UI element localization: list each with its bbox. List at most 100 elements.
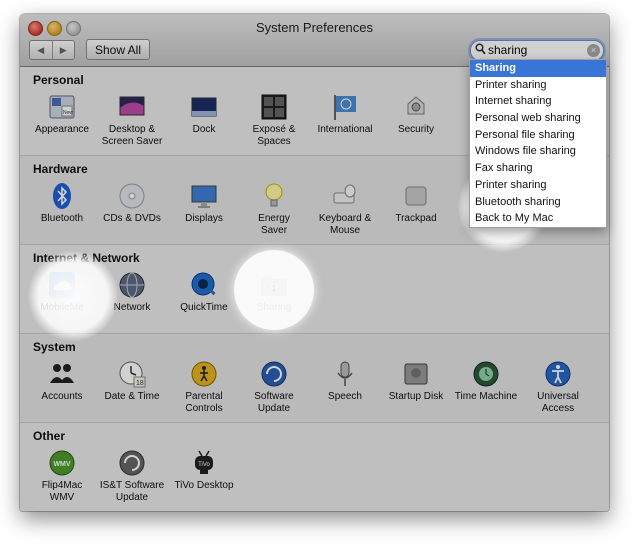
pref-pane-label: Keyboard & Mouse <box>318 213 372 236</box>
pref-pane-clock[interactable]: 18 Date & Time <box>96 356 168 418</box>
keyboard-icon <box>330 181 360 211</box>
search-suggestion-item[interactable]: Personal web sharing <box>470 110 606 127</box>
pref-pane-bluetooth[interactable]: Bluetooth <box>26 178 98 240</box>
bluetooth-icon <box>47 181 77 211</box>
pref-pane-label: Software Update <box>254 391 294 414</box>
tivo-icon: TiVo <box>189 448 219 478</box>
pref-pane-label: Dock <box>192 124 216 135</box>
forward-button[interactable]: ▶ <box>51 41 75 59</box>
pref-pane-bulb[interactable]: Energy Saver <box>238 178 310 240</box>
section-title: Internet & Network <box>33 251 140 265</box>
cd-icon <box>117 181 147 211</box>
pref-pane-label: Flip4Mac WMV <box>41 480 83 503</box>
svg-text:18: 18 <box>136 380 144 387</box>
pref-pane-label: Parental Controls <box>185 391 223 414</box>
pref-pane-label: Network <box>113 302 151 313</box>
svg-text:WMV: WMV <box>53 461 70 468</box>
search-suggestion-item[interactable]: Printer sharing <box>470 77 606 94</box>
pref-pane-appearance[interactable]: New Appearance <box>26 89 98 151</box>
pref-pane-label: Universal Access <box>537 391 579 414</box>
display-icon <box>189 181 219 211</box>
pref-pane-quicktime[interactable]: QuickTime <box>168 267 240 329</box>
pref-pane-desktop[interactable]: Desktop & Screen Saver <box>96 89 168 151</box>
pref-pane-tivo[interactable]: TiVo TiVo Desktop <box>168 445 240 507</box>
pref-pane-network[interactable]: Network <box>96 267 168 329</box>
pref-pane-label: International <box>317 124 373 135</box>
accounts-icon <box>47 359 77 389</box>
section-internet-network: Internet & Network MobileMe Network QuickTi… <box>20 245 609 334</box>
pref-pane-label: Displays <box>185 213 223 224</box>
search-suggestions-menu: Sharing Printer sharing Internet sharing Pe… <box>469 59 607 228</box>
pref-pane-cloud[interactable]: MobileMe <box>26 267 98 329</box>
pref-pane-accounts[interactable]: Accounts <box>26 356 98 418</box>
search-suggestion-item[interactable]: Fax sharing <box>470 160 606 177</box>
search-suggestion-item[interactable]: Printer sharing <box>470 177 606 194</box>
pref-pane-timemachine[interactable]: Time Machine <box>450 356 522 418</box>
pref-pane-label: TiVo Desktop <box>174 480 234 491</box>
quicktime-icon <box>189 270 219 300</box>
bulb-icon <box>259 181 289 211</box>
sharing-spotlight <box>234 250 314 330</box>
back-button[interactable]: ◀ <box>30 41 52 59</box>
pref-pane-display[interactable]: Displays <box>168 178 240 240</box>
accessibility-icon <box>543 359 573 389</box>
pref-pane-update[interactable]: Software Update <box>238 356 310 418</box>
ist-update-icon <box>117 448 147 478</box>
cloud-icon <box>47 270 77 300</box>
pref-pane-label: Accounts <box>41 391 83 402</box>
wmv-icon: WMV <box>47 448 77 478</box>
pref-pane-label: Desktop & Screen Saver <box>101 124 163 147</box>
pref-pane-label: Security <box>397 124 435 135</box>
section-title: Personal <box>33 73 84 87</box>
pref-pane-flag[interactable]: International <box>309 89 381 151</box>
search-field[interactable]: sharing × <box>470 40 604 61</box>
svg-text:TiVo: TiVo <box>198 462 210 468</box>
search-icon <box>475 43 486 55</box>
section-other: Other WMV Flip4Mac WMV IS&T Software Update… <box>20 423 609 511</box>
search-suggestion-item[interactable]: Back to My Mac <box>470 210 606 227</box>
pref-pane-label: Exposé & Spaces <box>252 124 296 147</box>
window-title: System Preferences <box>255 20 374 35</box>
pref-pane-label: IS&T Software Update <box>99 480 165 503</box>
svg-text:New: New <box>63 110 73 116</box>
back-forward-control: ◀ ▶ <box>29 40 75 60</box>
pref-pane-security[interactable]: Security <box>380 89 452 151</box>
show-all-button[interactable]: Show All <box>86 39 150 60</box>
desktop-icon <box>117 92 147 122</box>
pref-pane-expose[interactable]: Exposé & Spaces <box>238 89 310 151</box>
expose-icon <box>259 92 289 122</box>
pref-pane-parental[interactable]: Parental Controls <box>168 356 240 418</box>
pref-pane-label: Trackpad <box>395 213 437 224</box>
search-suggestion-item[interactable]: Windows file sharing <box>470 143 606 160</box>
search-suggestion-item[interactable]: Personal file sharing <box>470 127 606 144</box>
pref-pane-keyboard[interactable]: Keyboard & Mouse <box>309 178 381 240</box>
pref-pane-dock[interactable]: Dock <box>168 89 240 151</box>
search-suggestion-item[interactable]: Internet sharing <box>470 93 606 110</box>
pref-pane-trackpad[interactable]: Trackpad <box>380 178 452 240</box>
pref-pane-disk[interactable]: Startup Disk <box>380 356 452 418</box>
appearance-icon: New <box>47 92 77 122</box>
timemachine-icon <box>471 359 501 389</box>
search-input-text[interactable]: sharing <box>488 43 527 57</box>
pref-pane-label: Startup Disk <box>388 391 444 402</box>
pref-pane-ist-update[interactable]: IS&T Software Update <box>96 445 168 507</box>
section-title: Other <box>33 429 66 443</box>
search-suggestion-item[interactable]: Sharing <box>470 60 606 77</box>
pref-pane-label: Speech <box>328 391 362 402</box>
pref-pane-cd[interactable]: CDs & DVDs <box>96 178 168 240</box>
disk-icon <box>401 359 431 389</box>
section-title: Hardware <box>33 162 88 176</box>
pref-pane-accessibility[interactable]: Universal Access <box>522 356 594 418</box>
pref-pane-label: Bluetooth <box>40 213 84 224</box>
clear-search-icon[interactable]: × <box>587 44 600 57</box>
search-suggestion-item[interactable]: Bluetooth sharing <box>470 194 606 211</box>
parental-icon <box>189 359 219 389</box>
update-icon <box>259 359 289 389</box>
pref-pane-label: Date & Time <box>104 391 160 402</box>
pref-pane-label: Time Machine <box>454 391 518 402</box>
pref-pane-label: Energy Saver <box>258 213 290 236</box>
pref-pane-mic[interactable]: Speech <box>309 356 381 418</box>
clock-icon: 18 <box>117 359 147 389</box>
network-icon <box>117 270 147 300</box>
pref-pane-wmv[interactable]: WMV Flip4Mac WMV <box>26 445 98 507</box>
